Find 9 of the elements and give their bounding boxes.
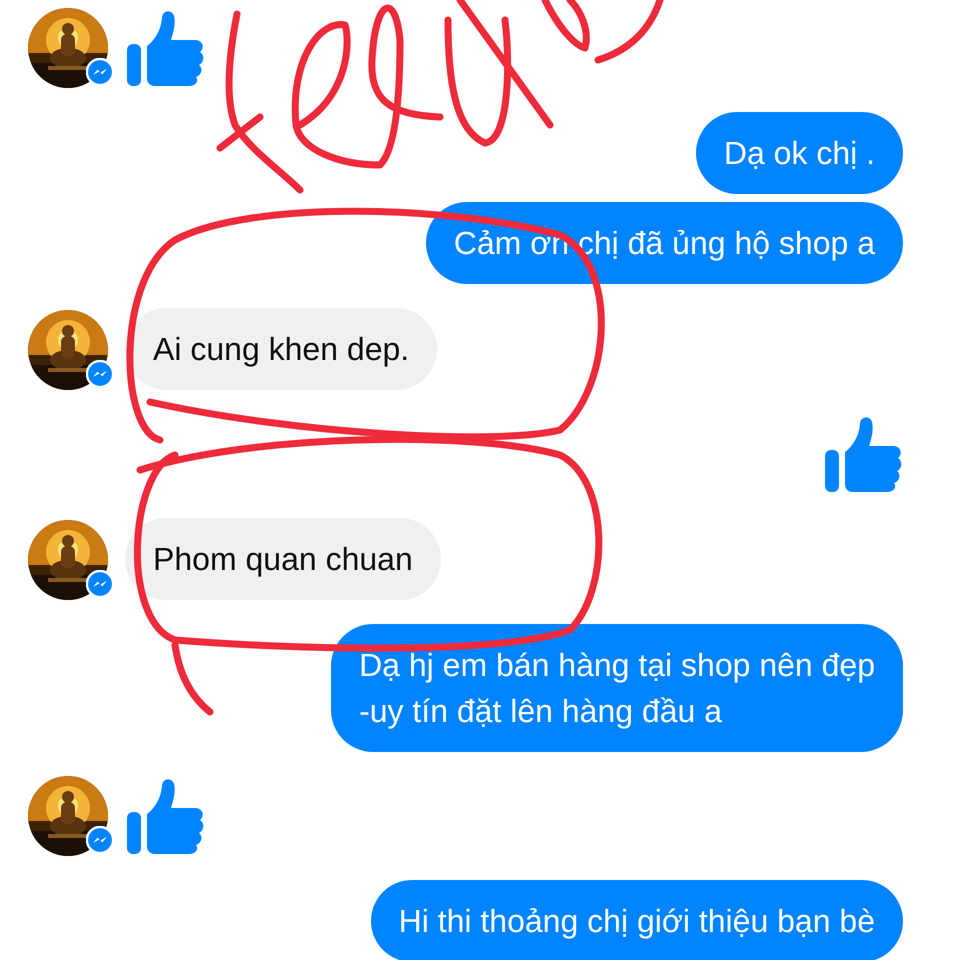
message-bubble: Dạ hj em bán hàng tại shop nên đẹp -uy tín đặt lên hàng đầu a — [331, 624, 903, 752]
messenger-badge-icon — [86, 360, 114, 388]
messenger-badge-icon — [86, 58, 114, 86]
message-bubble: Hi thi thoảng chị giới thiệu bạn bè — [370, 880, 903, 960]
messenger-badge-icon — [86, 826, 114, 854]
message-bubble: Dạ ok chị . — [696, 112, 903, 194]
message-bubble: Ai cung khen dep. — [125, 308, 438, 390]
message-bubble: Phom quan chuan — [125, 518, 441, 600]
messenger-badge-icon — [86, 570, 114, 598]
